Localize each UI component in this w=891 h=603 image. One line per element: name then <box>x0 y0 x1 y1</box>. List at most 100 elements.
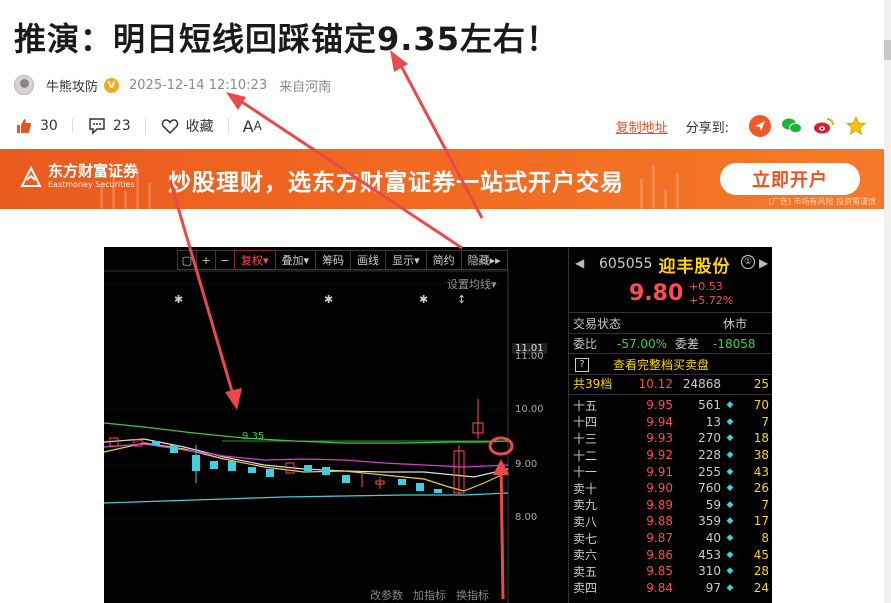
orderbook-price: 9.94 <box>646 414 673 429</box>
orderbook-price: 9.84 <box>646 580 673 595</box>
eastmoney-logo-icon <box>20 165 42 188</box>
orderbook-label: 十四 <box>573 415 598 430</box>
set-ma-button[interactable]: 设置均线▾ <box>447 276 497 292</box>
share-bar: 复制地址 分享到: <box>616 114 867 138</box>
change-params-link[interactable]: 改参数 <box>370 587 403 603</box>
author-name[interactable]: 牛熊攻防 <box>46 76 98 95</box>
comment-button[interactable]: 23 <box>87 116 131 136</box>
toolbar-fuquan[interactable]: 复权 ▾ <box>234 250 276 270</box>
orderbook-price: 9.89 <box>646 497 673 512</box>
event-marker[interactable]: ✱ <box>324 293 333 306</box>
annotation-circle <box>488 436 514 456</box>
orderbook-row: 卖九 9.89 59 ◆ 7 <box>573 497 769 514</box>
scrollbar[interactable] <box>884 0 891 603</box>
orderbook-add: 18 <box>753 431 769 446</box>
toolbar-yincang[interactable]: 隐藏 ▸▸ <box>460 250 508 270</box>
stock-chart-image: ▢ + − 复权 ▾ 叠加 ▾ 筹码 画线 显示 ▾ 简约 隐藏 ▸▸ 设置均线▾ ✱ … <box>104 247 772 603</box>
author-avatar[interactable] <box>14 75 34 95</box>
star-icon[interactable] <box>845 115 867 137</box>
orderbook-row: 卖七 9.87 40 ◆ 8 <box>573 530 769 547</box>
orderbook-diamond-icon: ◆ <box>726 549 734 560</box>
orderbook-label: 卖六 <box>573 548 598 563</box>
font-size-button[interactable]: A A <box>243 117 262 136</box>
orderbook-diamond-icon: ◆ <box>726 516 734 527</box>
orderbook-price: 9.93 <box>646 431 673 446</box>
toutiao-icon[interactable] <box>749 115 771 137</box>
orderbook-diamond-icon: ◆ <box>726 566 734 577</box>
orderbook-volume: 255 <box>698 464 721 479</box>
indicator-links: 改参数 加指标 换指标 <box>370 587 499 603</box>
weibi-row: 委比 -57.00% 委差 -18058 <box>573 336 756 352</box>
orderbook-price: 9.87 <box>646 531 673 546</box>
price-label: 11.00 <box>515 351 544 362</box>
favorite-label: 收藏 <box>185 119 214 135</box>
scrollbar-thumb[interactable] <box>884 40 891 60</box>
favorite-button[interactable]: 收藏 <box>160 116 214 136</box>
orderbook-add: 7 <box>761 414 769 429</box>
orderbook-label: 卖五 <box>573 564 598 579</box>
orderbook-diamond-icon: ◆ <box>726 582 734 593</box>
orderbook-diamond-icon: ◆ <box>726 416 734 427</box>
orderbook-label: 十一 <box>573 465 598 480</box>
orderbook-price: 9.95 <box>646 398 673 413</box>
orderbook-volume: 561 <box>698 398 721 413</box>
ma-line-white <box>104 438 509 478</box>
add-indicator-link[interactable]: 加指标 <box>413 587 446 603</box>
divider <box>144 118 146 134</box>
next-stock-icon[interactable]: ▶ <box>759 256 768 270</box>
price-change: +0.53 +5.72% <box>689 280 734 307</box>
comment-icon <box>87 116 107 136</box>
orderbook-label: 卖八 <box>573 514 598 529</box>
orderbook-price: 9.92 <box>646 448 673 463</box>
info-icon[interactable]: ① <box>741 255 755 269</box>
layout-icon[interactable]: ▢ <box>177 250 197 270</box>
like-button[interactable]: 30 <box>14 116 58 136</box>
status-row: 交易状态 休市 <box>573 317 748 331</box>
orderbook-label: 卖七 <box>573 531 598 546</box>
wechat-icon[interactable] <box>781 115 803 137</box>
annotation-arrow-bottom-head <box>493 459 509 475</box>
full-depth-link[interactable]: ? 查看完整档买卖盘 <box>573 355 769 374</box>
toolbar-xianshi[interactable]: 显示 ▾ <box>385 250 427 270</box>
orderbook-price: 9.86 <box>646 547 673 562</box>
orderbook-diamond-icon: ◆ <box>726 400 734 411</box>
price-label: 8.00 <box>515 512 538 523</box>
article-title: 推演：明日短线回踩锚定9.35左右！ <box>14 20 559 58</box>
orderbook-diamond-icon: ◆ <box>726 450 734 461</box>
eastmoney-logo: 东方财富证券 Eastmoney Securities <box>20 163 138 190</box>
orderbook-price: 9.85 <box>646 564 673 579</box>
price-label: 9.00 <box>515 459 538 470</box>
copy-link-button[interactable]: 复制地址 <box>616 117 668 136</box>
weibo-icon[interactable] <box>813 115 835 137</box>
event-marker[interactable]: ✱ <box>419 293 428 306</box>
comment-count: 23 <box>112 118 131 134</box>
stock-price: 9.80 <box>629 281 684 306</box>
orderbook-add: 8 <box>761 531 769 546</box>
orderbook-label: 十二 <box>573 448 598 463</box>
orderbook-diamond-icon: ◆ <box>726 483 734 494</box>
font-size-icon-small: A <box>253 119 262 133</box>
orderbook-volume: 359 <box>698 514 721 529</box>
divider <box>71 118 73 134</box>
brand-en: Eastmoney Securities <box>48 180 135 189</box>
brand-cn: 东方财富证券 <box>48 162 139 180</box>
price-label: 10.00 <box>515 404 544 415</box>
toolbar-jianyue[interactable]: 简约 <box>425 250 462 270</box>
zoom-in-icon[interactable]: + <box>196 250 216 270</box>
orderbook-add: 45 <box>753 547 769 562</box>
open-account-button[interactable]: 立即开户 <box>720 163 860 195</box>
thumbs-up-icon <box>14 116 34 136</box>
ad-banner[interactable]: 东方财富证券 Eastmoney Securities 炒股理财，选东方财富证券… <box>0 149 884 209</box>
toolbar-chouma[interactable]: 筹码 <box>315 250 352 270</box>
event-marker[interactable]: ✱ <box>174 293 183 306</box>
orderbook-volume: 59 <box>705 497 721 512</box>
zoom-out-icon[interactable]: − <box>215 250 235 270</box>
publish-location: 来自河南 <box>279 79 332 95</box>
event-marker[interactable]: ↕ <box>457 293 466 306</box>
swap-indicator-link[interactable]: 换指标 <box>456 587 489 603</box>
toolbar-huaxian[interactable]: 画线 <box>350 250 387 270</box>
orderbook-row: 十四 9.94 13 ◆ 7 <box>573 414 769 431</box>
toolbar-diejia[interactable]: 叠加 ▾ <box>274 250 317 270</box>
orderbook-row: 十二 9.92 228 ◆ 38 <box>573 447 769 464</box>
prev-stock-icon[interactable]: ◀ <box>575 256 584 270</box>
